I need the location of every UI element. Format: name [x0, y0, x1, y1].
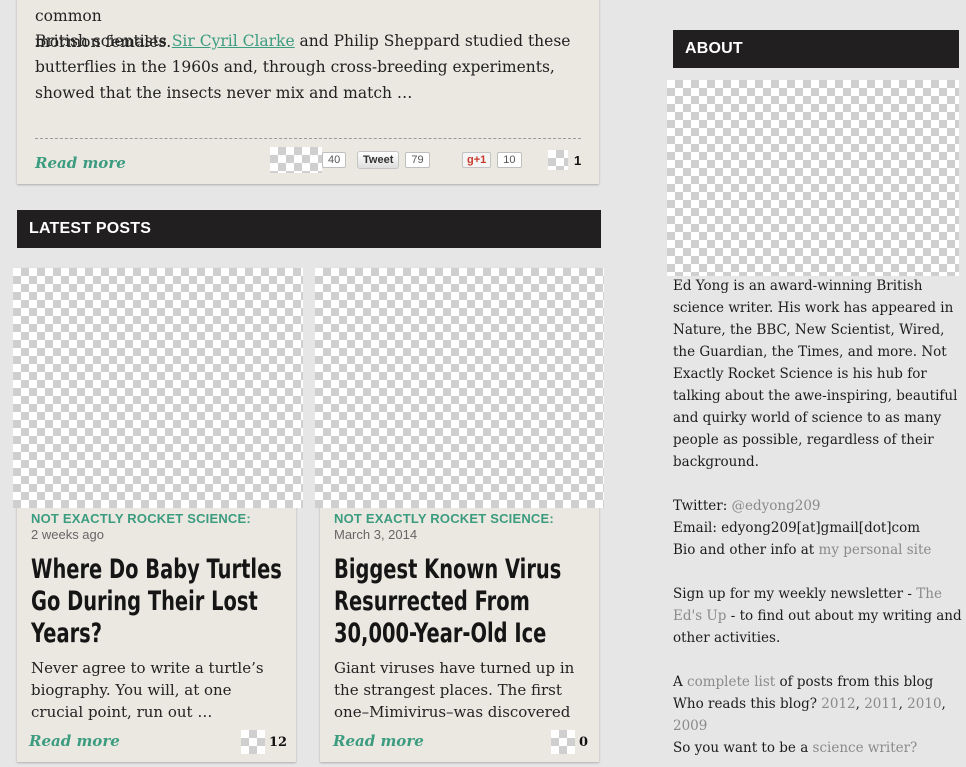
post-excerpt-1: Never agree to write a turtle’s biograph…	[31, 659, 264, 721]
about-content: Ed Yong is an award-winning British scie…	[673, 275, 963, 759]
article-excerpt: British scientists Sir Cyril Clarke and …	[35, 32, 571, 102]
post-title-2[interactable]: Biggest Known Virus Resurrected From 30,…	[334, 554, 593, 650]
sir-cyril-clarke-link[interactable]: Sir Cyril Clarke	[172, 32, 295, 50]
post-category[interactable]: NOT EXACTLY ROCKET SCIENCE:	[31, 511, 251, 526]
post-image-2[interactable]	[315, 268, 604, 508]
twitter-link[interactable]: @edyong209	[732, 498, 821, 514]
read-more-link-1[interactable]: Read more	[29, 732, 120, 750]
read-more-link[interactable]: Read more	[35, 154, 126, 172]
share-icon	[551, 730, 575, 754]
complete-list-link[interactable]: complete list	[687, 674, 775, 690]
about-header: ABOUT	[673, 30, 959, 68]
gplus-widget[interactable]: g+1 10	[462, 148, 522, 172]
email-line: Email: edyong209[at]gmail[dot]com	[673, 520, 921, 536]
post-share-2[interactable]: 0	[551, 730, 588, 754]
author-photo	[667, 80, 959, 276]
science-writer-line: So you want to be a science writer?	[673, 740, 918, 756]
tweet-widget[interactable]: Tweet 79	[357, 148, 430, 172]
latest-posts-header: LATEST POSTS	[17, 210, 601, 248]
tweet-count: 79	[405, 152, 430, 168]
like-widget[interactable]: 40	[270, 147, 347, 173]
like-count: 40	[322, 152, 347, 168]
other-share-widget[interactable]: 1	[548, 148, 581, 172]
complete-list-line: A complete list of posts from this blog	[673, 674, 934, 690]
article-card: halves are an different butterfly specie…	[17, 0, 599, 184]
post-date: March 3, 2014	[334, 527, 418, 542]
gplus-button[interactable]: g+1	[462, 152, 492, 168]
read-more-link-2[interactable]: Read more	[333, 732, 424, 750]
post-title-1[interactable]: Where Do Baby Turtles Go During Their Lo…	[31, 554, 290, 650]
divider	[35, 138, 581, 139]
share-icon	[241, 730, 265, 754]
tweet-button[interactable]: Tweet	[357, 151, 400, 169]
post-share-1[interactable]: 12	[241, 730, 287, 754]
readers-2012-link[interactable]: 2012	[821, 696, 855, 712]
post-excerpt-2: Giant viruses have turned up in the stra…	[334, 659, 575, 721]
twitter-line: Twitter: @edyong209	[673, 498, 821, 514]
newsletter-line: Sign up for my weekly newsletter - The E…	[673, 586, 962, 646]
readers-line: Who reads this blog? 2012, 2011, 2010, 2…	[673, 696, 946, 734]
readers-2009-link[interactable]: 2009	[673, 718, 707, 734]
science-writer-link[interactable]: science writer?	[813, 740, 918, 756]
facebook-like-icon	[270, 147, 322, 173]
bio-info-line: Bio and other info at my personal site	[673, 542, 932, 558]
share-count: 0	[579, 734, 589, 750]
post-image-1[interactable]	[13, 268, 303, 508]
post-date: 2 weeks ago	[31, 527, 104, 542]
post-category[interactable]: NOT EXACTLY ROCKET SCIENCE:	[334, 511, 554, 526]
personal-site-link[interactable]: my personal site	[819, 542, 932, 558]
share-count: 12	[269, 734, 288, 750]
share-icon	[548, 150, 568, 170]
share-count: 1	[574, 152, 582, 168]
gplus-count: 10	[497, 152, 522, 168]
bio-text: Ed Yong is an award-winning British scie…	[673, 278, 958, 470]
readers-2010-link[interactable]: 2010	[907, 696, 941, 712]
readers-2011-link[interactable]: 2011	[864, 696, 898, 712]
